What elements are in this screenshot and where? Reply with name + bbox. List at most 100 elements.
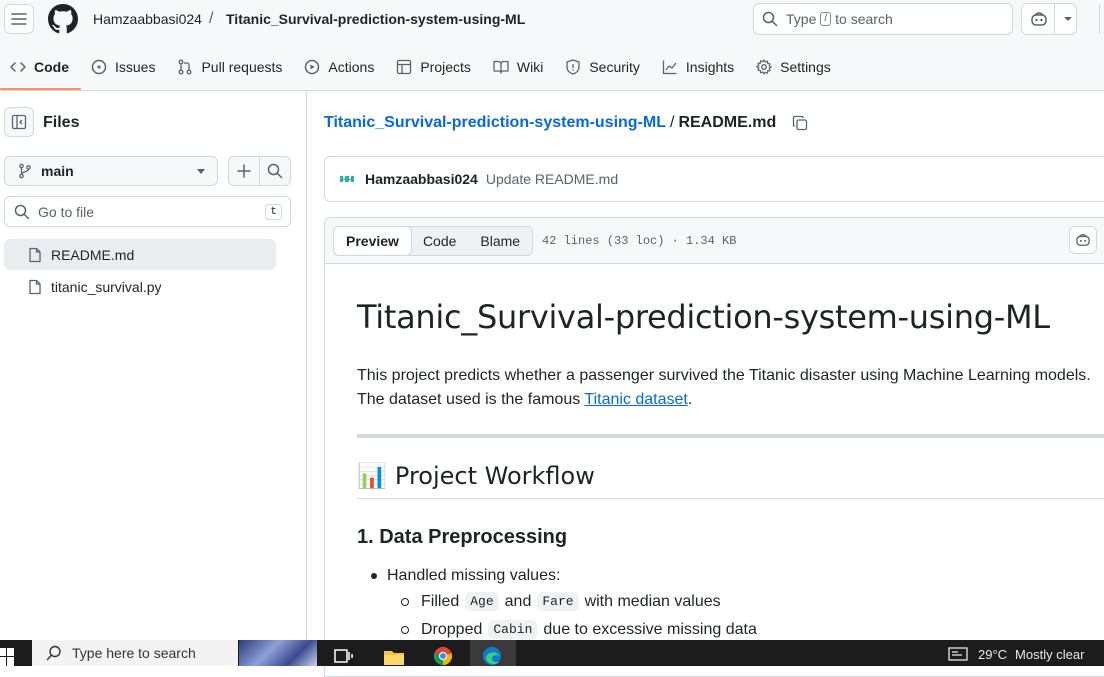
path-repo-link[interactable]: Titanic_Survival-prediction-system-using… bbox=[324, 114, 666, 132]
file-item-readme[interactable]: README.md bbox=[4, 239, 276, 270]
commit-message[interactable]: Update README.md bbox=[486, 171, 618, 187]
file-icon bbox=[29, 247, 41, 262]
preview-tab[interactable]: Preview bbox=[333, 226, 412, 256]
hamburger-icon bbox=[11, 13, 27, 25]
graph-icon bbox=[662, 60, 677, 75]
tab-pull-requests[interactable]: Pull requests bbox=[167, 52, 294, 82]
inline-code: Cabin bbox=[488, 620, 538, 639]
tab-label: Pull requests bbox=[201, 59, 283, 75]
header-edge bbox=[1099, 4, 1104, 34]
edge-icon[interactable] bbox=[481, 646, 503, 666]
branch-selector[interactable]: main bbox=[4, 156, 218, 186]
bullet bbox=[401, 597, 409, 606]
tab-label: Wiki bbox=[516, 59, 544, 75]
ask-copilot-button[interactable] bbox=[1069, 226, 1097, 254]
copy-path-button[interactable] bbox=[792, 115, 808, 131]
intro-line-1: This project predicts whether a passenge… bbox=[357, 367, 1091, 384]
code-view-tab[interactable]: Code bbox=[411, 227, 468, 255]
taskbar-search-placeholder: Type here to search bbox=[72, 645, 196, 661]
tab-projects[interactable]: Projects bbox=[386, 52, 483, 82]
search-shortcut-key: / bbox=[820, 12, 832, 26]
search-suffix: to search bbox=[835, 11, 893, 27]
readme-title: Titanic_Survival-prediction-system-using… bbox=[357, 298, 1050, 336]
sidebar-title: Files bbox=[43, 114, 80, 131]
sidebar-collapse-icon bbox=[11, 114, 27, 130]
search-icon bbox=[267, 163, 283, 179]
windows-start-icon[interactable] bbox=[0, 648, 14, 666]
titanic-dataset-link[interactable]: Titanic dataset bbox=[584, 391, 687, 408]
list-item-text: Handled missing values: bbox=[387, 567, 561, 584]
readme-intro: This project predicts whether a passenge… bbox=[357, 364, 1104, 412]
copilot-button[interactable] bbox=[1021, 3, 1077, 35]
tab-insights[interactable]: Insights bbox=[652, 52, 746, 82]
taskbar-search-input[interactable]: Type here to search bbox=[32, 640, 238, 666]
breadcrumb-repo[interactable]: Titanic_Survival-prediction-system-using… bbox=[226, 11, 525, 27]
list-item-text: and bbox=[504, 592, 532, 610]
tab-actions[interactable]: Actions bbox=[294, 52, 386, 82]
file-icon bbox=[29, 279, 41, 294]
search-icon bbox=[14, 204, 30, 219]
search-icon bbox=[46, 645, 61, 661]
tab-issues[interactable]: Issues bbox=[81, 52, 167, 82]
list-item: Dropped Cabin due to excessive missing d… bbox=[401, 620, 757, 639]
search-highlight-image[interactable] bbox=[239, 640, 317, 666]
table-icon bbox=[397, 59, 412, 75]
search-prefix: Type bbox=[786, 11, 817, 27]
copilot-divider bbox=[1054, 3, 1055, 35]
tab-settings[interactable]: Settings bbox=[746, 52, 843, 82]
copilot-icon bbox=[1076, 234, 1090, 246]
search-icon bbox=[762, 11, 778, 27]
weather-widget[interactable]: 29°C Mostly clear bbox=[948, 646, 1084, 662]
issue-icon bbox=[91, 59, 107, 75]
task-view-icon[interactable] bbox=[333, 646, 355, 666]
breadcrumb-owner[interactable]: Hamzaabbasi024 bbox=[93, 11, 202, 27]
file-tree-sidebar: Files main Go to file t README.md titani… bbox=[0, 91, 307, 666]
go-to-file-placeholder: Go to file bbox=[38, 203, 95, 220]
blame-tab[interactable]: Blame bbox=[468, 227, 532, 255]
shortcut-key: t bbox=[265, 204, 282, 220]
commit-author[interactable]: Hamzaabbasi024 bbox=[365, 171, 478, 187]
list-item-text: with median values bbox=[584, 592, 721, 610]
inline-code: Fare bbox=[537, 592, 579, 611]
file-info: 42 lines (33 loc) · 1.34 KB bbox=[542, 234, 737, 248]
list-item-text: Filled bbox=[421, 592, 460, 610]
collapse-sidebar-button[interactable] bbox=[4, 107, 34, 137]
gear-icon bbox=[756, 59, 772, 75]
file-item-titanic-survival[interactable]: titanic_survival.py bbox=[4, 271, 276, 302]
caret-down-icon bbox=[197, 169, 205, 174]
code-icon bbox=[10, 62, 26, 72]
menu-button[interactable] bbox=[4, 4, 34, 34]
global-search-input[interactable]: Type / to search bbox=[753, 3, 1013, 35]
tab-label: Projects bbox=[420, 59, 471, 75]
book-icon bbox=[493, 60, 509, 74]
list-item-text: due to excessive missing data bbox=[543, 620, 757, 638]
sidebar-actions bbox=[228, 156, 291, 186]
tab-label: Security bbox=[589, 59, 640, 75]
file-explorer-icon[interactable] bbox=[383, 646, 405, 666]
bar-chart-icon: 📊 bbox=[357, 462, 387, 490]
shield-icon bbox=[566, 59, 580, 75]
search-files-button[interactable] bbox=[259, 157, 290, 185]
windows-taskbar: Type here to search 29°C Mostly clear bbox=[0, 640, 1104, 666]
list-item: Filled Age and Fare with median values bbox=[401, 592, 721, 611]
path-file-name: README.md bbox=[678, 114, 777, 131]
inline-code: Age bbox=[465, 592, 499, 611]
add-file-button[interactable] bbox=[229, 157, 259, 185]
horizontal-rule bbox=[357, 434, 1104, 438]
go-to-file-input[interactable]: Go to file t bbox=[4, 196, 291, 227]
branch-icon bbox=[19, 163, 31, 179]
temperature: 29°C bbox=[978, 646, 1008, 662]
bullet bbox=[401, 625, 409, 634]
branch-name: main bbox=[41, 163, 74, 179]
breadcrumb-separator: / bbox=[209, 10, 214, 27]
github-logo-icon[interactable] bbox=[48, 4, 78, 34]
pull-request-icon bbox=[179, 59, 192, 75]
tab-security[interactable]: Security bbox=[555, 52, 652, 82]
chevron-down-icon[interactable] bbox=[1063, 16, 1073, 22]
chrome-icon[interactable] bbox=[432, 646, 454, 666]
avatar[interactable] bbox=[337, 169, 357, 189]
tab-wiki[interactable]: Wiki bbox=[483, 52, 555, 82]
tab-code[interactable]: Code bbox=[0, 52, 81, 90]
file-name: README.md bbox=[51, 246, 135, 263]
intro-line-2: The dataset used is the famous Titanic d… bbox=[357, 388, 1104, 412]
